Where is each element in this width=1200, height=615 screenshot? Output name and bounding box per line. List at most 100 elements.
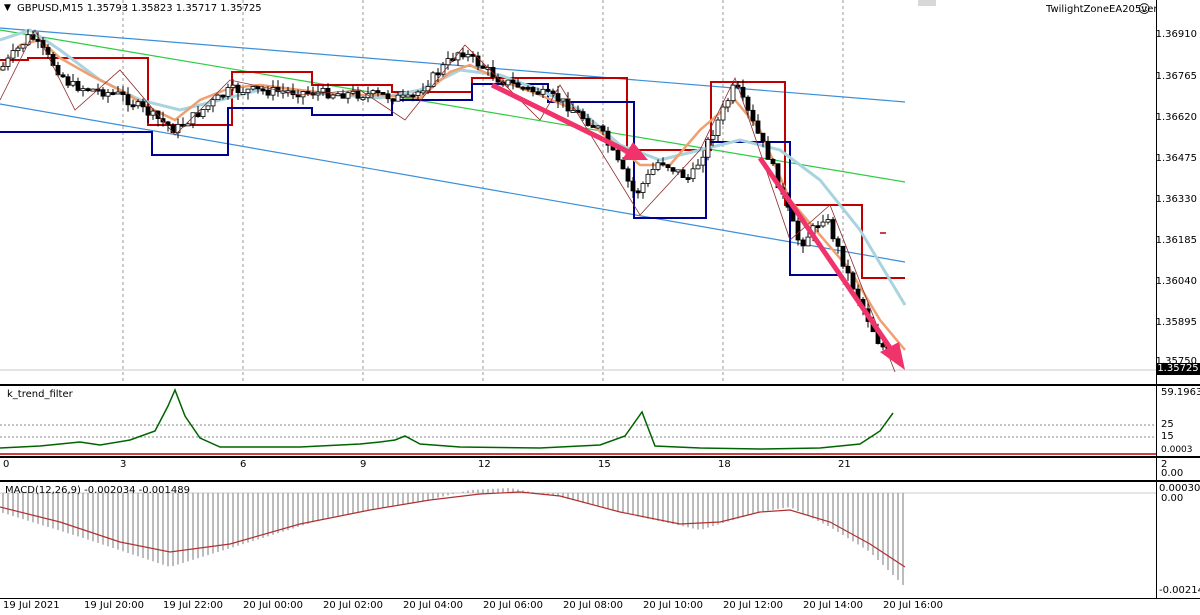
time-label: 20 Jul 08:00 — [563, 600, 623, 611]
one-click-trading-tab[interactable] — [918, 0, 936, 6]
candle-body — [410, 94, 416, 98]
bar-index-label: 3 — [120, 459, 127, 470]
candle-body — [390, 98, 396, 102]
candle-body — [60, 74, 66, 78]
pane-separator[interactable] — [0, 456, 1200, 458]
bar-index-label: 9 — [360, 459, 367, 470]
candle-body — [630, 180, 636, 192]
candle-body — [345, 92, 351, 99]
candle-body — [510, 79, 516, 84]
time-axis[interactable]: 19 Jul 2021 19 Jul 20:00 19 Jul 22:00 20… — [0, 599, 1200, 615]
candle-body — [385, 93, 391, 100]
price-tick: 1.36185 — [1155, 235, 1197, 246]
candle-body — [825, 219, 831, 223]
candle-body — [335, 93, 341, 97]
time-label: 19 Jul 22:00 — [163, 600, 223, 611]
candle-body — [570, 110, 576, 113]
candle-body — [5, 57, 11, 67]
time-label: 20 Jul 12:00 — [723, 600, 783, 611]
candle-body — [240, 92, 246, 95]
candle-body — [700, 156, 706, 166]
time-label: 19 Jul 20:00 — [84, 600, 144, 611]
candle-body — [830, 219, 836, 240]
candle-body — [840, 245, 846, 267]
trend-filter-canvas — [0, 388, 1156, 455]
candle-body — [710, 135, 716, 140]
candle-body — [395, 94, 401, 102]
candle-body — [100, 89, 106, 97]
fast-ma-line — [0, 38, 906, 351]
candle-body — [65, 76, 71, 86]
candle-body — [655, 162, 661, 170]
candle-body — [255, 86, 261, 90]
candle-body — [185, 123, 191, 127]
candle-body — [620, 159, 626, 170]
candle-body — [725, 100, 731, 108]
candle-body — [90, 88, 96, 92]
candle-body — [685, 177, 691, 180]
candle-body — [835, 238, 841, 247]
candle-body — [215, 94, 221, 101]
macd-level: -0.002146 — [1159, 585, 1200, 596]
candle-body — [465, 53, 471, 58]
trend-level: 15 — [1161, 431, 1174, 442]
empty-subwindow-axis[interactable]: 2 0.00 — [1156, 458, 1200, 480]
candle-body — [420, 90, 426, 94]
time-label: 20 Jul 04:00 — [403, 600, 463, 611]
candle-body — [515, 82, 521, 88]
candle-body — [300, 91, 306, 98]
candle-body — [120, 91, 126, 96]
candle-body — [550, 90, 556, 94]
candle-body — [360, 97, 366, 101]
candle-body — [715, 119, 721, 136]
candle-body — [150, 110, 156, 116]
candle-body — [210, 99, 216, 107]
candle-body — [665, 164, 671, 169]
candle-body — [805, 236, 811, 247]
price-axis[interactable]: 1.36910 1.36765 1.36620 1.36475 1.36330 … — [1156, 0, 1200, 384]
time-label: 20 Jul 06:00 — [483, 600, 543, 611]
bar-index-label: 0 — [3, 459, 10, 470]
candle-body — [545, 88, 551, 92]
price-tick: 1.36040 — [1155, 276, 1197, 287]
symbol-info: GBPUSD,M15 1.35793 1.35823 1.35717 1.357… — [17, 3, 262, 14]
bar-index-label: 15 — [598, 459, 611, 470]
candle-body — [355, 90, 361, 99]
candle-body — [230, 84, 236, 88]
price-tick: 1.36620 — [1155, 112, 1197, 123]
candle-body — [265, 89, 271, 96]
candle-body — [540, 88, 546, 95]
candle-body — [205, 105, 211, 110]
macd-signal-line — [0, 491, 906, 568]
candle-body — [760, 132, 766, 142]
time-label: 20 Jul 00:00 — [243, 600, 303, 611]
candle-body — [85, 88, 91, 92]
trend-filter-axis[interactable]: 59.1963 25 15 0.0003 — [1156, 386, 1200, 456]
candle-body — [350, 90, 356, 94]
candle-body — [660, 162, 666, 166]
candle-body — [260, 88, 266, 92]
smiley-face-icon[interactable]: ☺ — [1138, 2, 1151, 16]
candle-body — [845, 265, 851, 274]
time-label: 20 Jul 02:00 — [323, 600, 383, 611]
candle-body — [490, 67, 496, 78]
candle-body — [850, 272, 856, 290]
candle-body — [145, 106, 151, 116]
macd-axis[interactable]: 0.000302 0.00 -0.002146 — [1156, 482, 1200, 598]
candle-body — [585, 118, 591, 126]
candle-body — [525, 86, 531, 90]
chart-menu-icon[interactable]: ▼ — [4, 3, 11, 13]
trend-filter-title: k_trend_filter — [7, 389, 73, 400]
macd-level: 0.00 — [1161, 493, 1184, 504]
candle-body — [125, 94, 131, 106]
subwindow-level: 0.00 — [1161, 468, 1184, 479]
candle-body — [140, 101, 146, 108]
candle-body — [820, 221, 826, 227]
candle-body — [235, 84, 241, 94]
candle-body — [225, 87, 231, 97]
candle-body — [135, 101, 141, 107]
candle-body — [115, 91, 121, 95]
lower-band-line — [0, 83, 840, 276]
regression-upper-line — [0, 27, 906, 103]
candle-body — [75, 80, 81, 91]
